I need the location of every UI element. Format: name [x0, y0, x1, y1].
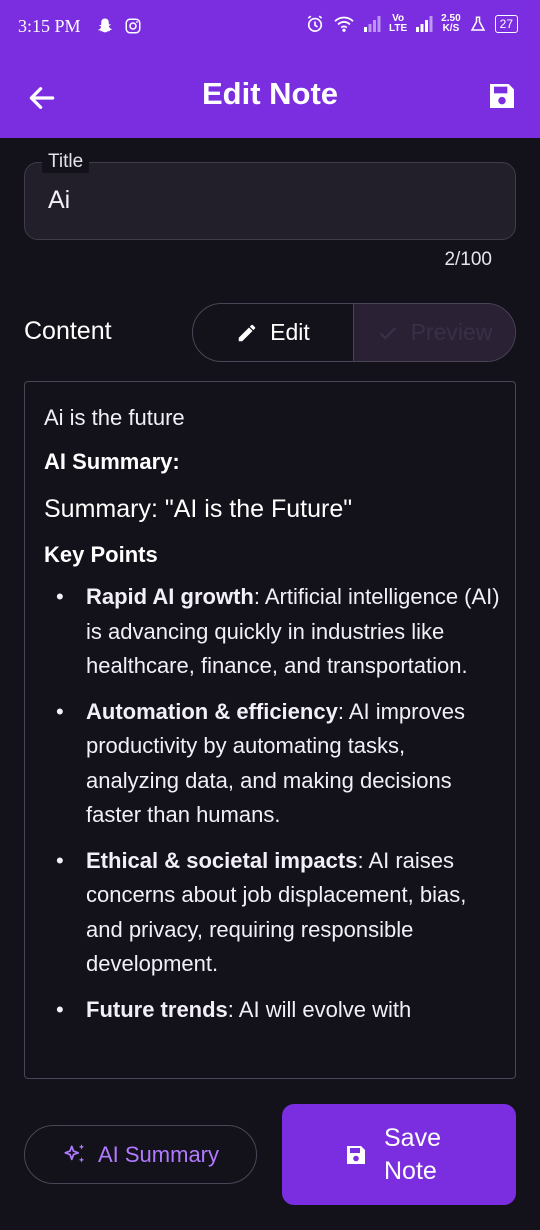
preview-body: Ai is the future AI Summary: Summary: "A…	[44, 402, 504, 1038]
save-label-line1: Save	[384, 1123, 441, 1152]
flask-icon	[470, 16, 485, 31]
app-bar: Edit Note	[0, 56, 540, 138]
wifi-icon	[334, 16, 354, 32]
sparkle-icon	[64, 1143, 85, 1163]
point-text: : AI will evolve with	[227, 996, 412, 1022]
save-label-line2: Note	[384, 1156, 437, 1185]
bullet: •	[56, 996, 64, 1022]
page-title: Edit Note	[201, 76, 339, 111]
instagram-icon	[125, 18, 141, 34]
save-icon	[347, 1145, 365, 1164]
edit-segment-button[interactable]: Edit	[193, 304, 354, 361]
key-points-heading: Key Points	[44, 542, 158, 567]
list-item: • Rapid AI growth: Artificial intelligenc…	[44, 580, 504, 684]
alarm-icon	[307, 15, 323, 32]
preview-segment-label: Preview	[410, 319, 493, 345]
snapchat-icon	[98, 18, 112, 33]
content-label: Content	[24, 317, 112, 345]
edit-preview-toggle: Edit Preview	[192, 303, 516, 362]
net-speed: 2.50 K/S	[441, 14, 460, 34]
point-title: Ethical & societal impacts	[86, 847, 358, 873]
bullet: •	[56, 847, 64, 873]
edit-segment-label: Edit	[270, 319, 310, 345]
save-note-button[interactable]: Save Note	[282, 1104, 516, 1205]
preview-segment-button[interactable]: Preview	[354, 304, 515, 361]
pencil-icon	[238, 324, 256, 341]
net-speed-unit: K/S	[442, 23, 460, 34]
battery-indicator: 27	[494, 15, 518, 33]
ai-summary-label: AI Summary	[97, 1141, 220, 1167]
title-input[interactable]	[24, 162, 516, 240]
signal-icon-2	[416, 16, 433, 32]
summary-heading: Summary: "AI is the Future"	[44, 495, 353, 523]
save-icon[interactable]	[486, 80, 518, 112]
title-char-counter: 2/100	[444, 249, 492, 270]
status-time: 3:15 PM	[18, 16, 81, 36]
status-right-icons: Vo LTE 2.50 K/S 27	[305, 14, 518, 34]
volte-indicator: Vo LTE	[389, 14, 407, 34]
check-icon	[379, 326, 396, 340]
title-label: Title	[42, 151, 90, 173]
key-points-list: • Rapid AI growth: Artificial intelligenc…	[44, 580, 504, 1027]
point-title: Future trends	[86, 996, 228, 1022]
list-item: • Automation & efficiency: AI improves pr…	[44, 695, 504, 833]
signal-icon-1	[364, 16, 381, 32]
ai-summary-heading: AI Summary:	[44, 449, 180, 474]
bullet: •	[56, 584, 64, 609]
point-title: Rapid AI growth	[86, 584, 254, 609]
list-item: • Ethical & societal impacts: AI raises c…	[44, 844, 504, 982]
preview-line: Ai is the future	[44, 405, 185, 430]
title-value[interactable]: Ai	[48, 186, 70, 215]
status-bar: 3:15 PM Vo LTE 2.50 K/S 27	[0, 0, 540, 56]
list-item: • Future trends: AI will evolve with	[44, 993, 504, 1028]
volte-lte: LTE	[389, 23, 408, 34]
content-preview[interactable]: Ai is the future AI Summary: Summary: "A…	[24, 381, 516, 1079]
bullet: •	[56, 698, 64, 724]
status-left-icons	[96, 17, 142, 35]
ai-summary-button[interactable]: AI Summary	[24, 1125, 257, 1184]
point-title: Automation & efficiency	[86, 698, 338, 724]
save-note-label: Save Note	[384, 1122, 454, 1188]
